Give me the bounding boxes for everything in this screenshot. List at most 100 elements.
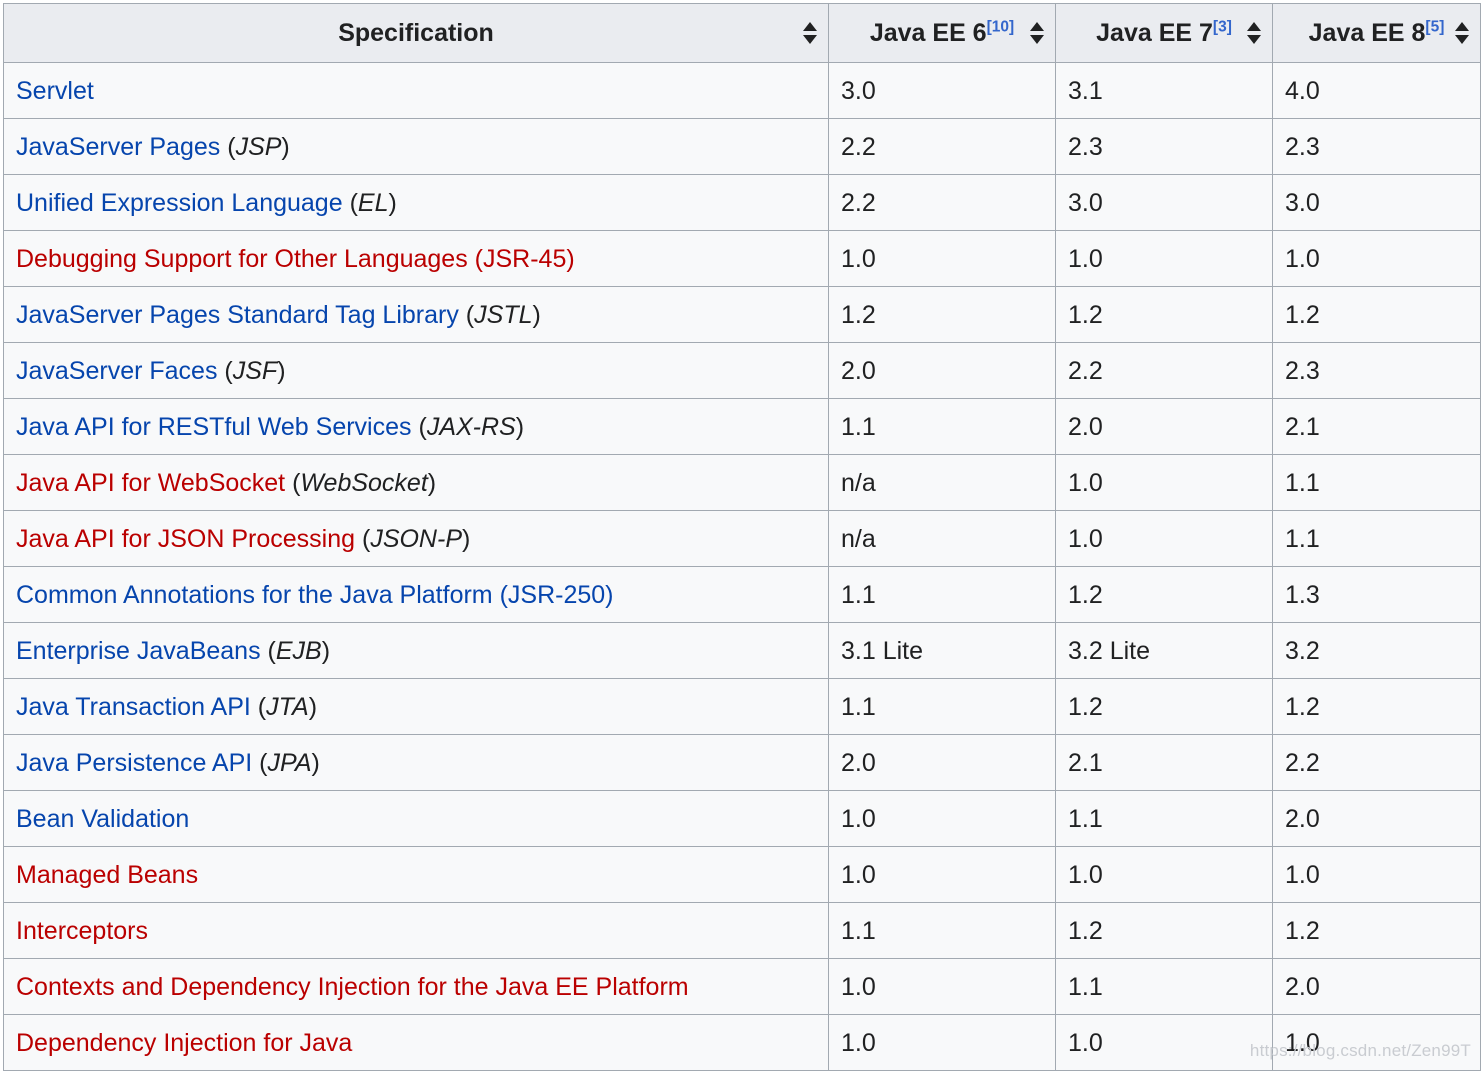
column-header-java-ee-8-reference[interactable]: [5] [1425,19,1444,36]
specification-cell: Bean Validation [3,790,829,847]
specification-cell: Java Persistence API (JPA) [3,734,829,791]
sort-descending-triangle-icon [803,35,817,44]
header-row: Specification Java EE 6[10] Java EE 7[3] [3,3,1481,63]
specification-cell: JavaServer Pages (JSP) [3,118,829,175]
version-cell-ee6: 1.0 [828,846,1056,903]
sort-descending-triangle-icon [1030,35,1044,44]
specification-comparison-table: Specification Java EE 6[10] Java EE 7[3] [3,3,1481,1071]
version-cell-ee8: 3.2 [1272,622,1481,679]
version-cell-ee7: 1.2 [1055,902,1273,959]
version-cell-ee7: 1.2 [1055,566,1273,623]
specification-link[interactable]: Enterprise JavaBeans [16,637,261,665]
table-row: Servlet 3.0 3.1 4.0 [3,62,1481,119]
specification-cell: Java API for JSON Processing (JSON-P) [3,510,829,567]
specification-cell: Dependency Injection for Java [3,1014,829,1071]
column-header-java-ee-7[interactable]: Java EE 7[3] [1055,3,1273,63]
version-cell-ee7: 1.1 [1055,790,1273,847]
version-cell-ee8: 1.3 [1272,566,1481,623]
specification-link[interactable]: Managed Beans [16,861,198,889]
specification-cell: JavaServer Pages Standard Tag Library (J… [3,286,829,343]
version-cell-ee6: 3.1 Lite [828,622,1056,679]
version-cell-ee6: 1.0 [828,230,1056,287]
specification-link[interactable]: Dependency Injection for Java [16,1029,352,1057]
sort-ascending-triangle-icon [1247,22,1261,31]
column-header-java-ee-6-label: Java EE 6 [869,19,987,47]
sort-arrows-icon[interactable] [1454,20,1470,46]
version-cell-ee8: 2.2 [1272,734,1481,791]
sort-arrows-icon[interactable] [802,20,818,46]
specification-abbreviation-text: JAX-RS [426,412,516,441]
column-header-specification-label: Specification [338,19,494,47]
specification-link[interactable]: Servlet [16,77,94,105]
version-cell-ee7: 1.0 [1055,510,1273,567]
version-cell-ee8: 2.0 [1272,958,1481,1015]
column-header-java-ee-6[interactable]: Java EE 6[10] [828,3,1056,63]
column-header-java-ee-6-text: Java EE 6[10] [841,18,1043,48]
specification-abbreviation: (JSTL) [458,300,541,329]
sort-descending-triangle-icon [1247,35,1261,44]
specification-abbreviation-text: WebSocket [300,468,428,497]
specification-abbreviation: (JAX-RS) [411,412,525,441]
specification-link[interactable]: Unified Expression Language [16,189,343,217]
sort-descending-triangle-icon [1455,35,1469,44]
table-row: Interceptors 1.1 1.2 1.2 [3,902,1481,959]
sort-arrows-icon[interactable] [1029,20,1045,46]
specification-link[interactable]: Java API for JSON Processing [16,525,355,553]
specification-link[interactable]: Java Transaction API [16,693,251,721]
specification-link[interactable]: Java API for RESTful Web Services [16,413,412,441]
specification-link[interactable]: Java API for WebSocket [16,469,285,497]
specification-link[interactable]: Debugging Support for Other Languages (J… [16,245,575,273]
version-cell-ee6: 1.0 [828,958,1056,1015]
version-cell-ee7: 3.1 [1055,62,1273,119]
sort-ascending-triangle-icon [1030,22,1044,31]
version-cell-ee7: 2.3 [1055,118,1273,175]
specification-link[interactable]: JavaServer Pages Standard Tag Library [16,301,459,329]
specification-link[interactable]: JavaServer Pages [16,133,220,161]
version-cell-ee6: 1.0 [828,1014,1056,1071]
specification-cell: Unified Expression Language (EL) [3,174,829,231]
version-cell-ee8: 1.0 [1272,230,1481,287]
column-header-java-ee-8-label: Java EE 8 [1308,19,1426,47]
version-cell-ee6: 2.0 [828,734,1056,791]
version-cell-ee6: 2.2 [828,118,1056,175]
specification-link[interactable]: Interceptors [16,917,148,945]
version-cell-ee8: 2.3 [1272,118,1481,175]
table-body: Servlet 3.0 3.1 4.0 JavaServer Pages (JSP) 2.… [3,62,1481,1071]
column-header-java-ee-7-text: Java EE 7[3] [1068,18,1260,48]
specification-abbreviation: (WebSocket) [285,468,437,497]
version-cell-ee8: 1.0 [1272,1014,1481,1071]
sort-ascending-triangle-icon [1455,22,1469,31]
version-cell-ee6: 2.0 [828,342,1056,399]
column-header-java-ee-8[interactable]: Java EE 8[5] [1272,3,1481,63]
column-header-java-ee-7-reference[interactable]: [3] [1213,19,1232,36]
specification-abbreviation-text: JSTL [474,300,533,329]
sort-arrows-icon[interactable] [1246,20,1262,46]
specification-link[interactable]: JavaServer Faces [16,357,217,385]
table-row: Dependency Injection for Java 1.0 1.0 1.0 [3,1014,1481,1071]
version-cell-ee7: 2.2 [1055,342,1273,399]
table-row: Enterprise JavaBeans (EJB) 3.1 Lite 3.2 Li… [3,622,1481,679]
version-cell-ee8: 1.1 [1272,510,1481,567]
specification-link[interactable]: Bean Validation [16,805,189,833]
specification-link[interactable]: Common Annotations for the Java Platform… [16,581,614,609]
specification-cell: Managed Beans [3,846,829,903]
table-row: Debugging Support for Other Languages (J… [3,230,1481,287]
version-cell-ee6: 1.2 [828,286,1056,343]
specification-link[interactable]: Contexts and Dependency Injection for th… [16,973,689,1001]
column-header-java-ee-6-reference[interactable]: [10] [987,19,1015,36]
column-header-specification[interactable]: Specification [3,3,829,63]
version-cell-ee6: 1.1 [828,678,1056,735]
specification-abbreviation-text: JTA [266,692,309,721]
specification-cell: Servlet [3,62,829,119]
specification-abbreviation-text: JSF [232,356,278,385]
version-cell-ee7: 1.0 [1055,230,1273,287]
table-row: Contexts and Dependency Injection for th… [3,958,1481,1015]
version-cell-ee8: 1.1 [1272,454,1481,511]
specification-comparison-table-wrapper: Specification Java EE 6[10] Java EE 7[3] [3,3,1481,1071]
specification-abbreviation: (JSP) [220,132,290,161]
table-row: Common Annotations for the Java Platform… [3,566,1481,623]
specification-abbreviation-text: EL [357,188,389,217]
specification-link[interactable]: Java Persistence API [16,749,252,777]
version-cell-ee6: 1.1 [828,902,1056,959]
version-cell-ee7: 3.0 [1055,174,1273,231]
